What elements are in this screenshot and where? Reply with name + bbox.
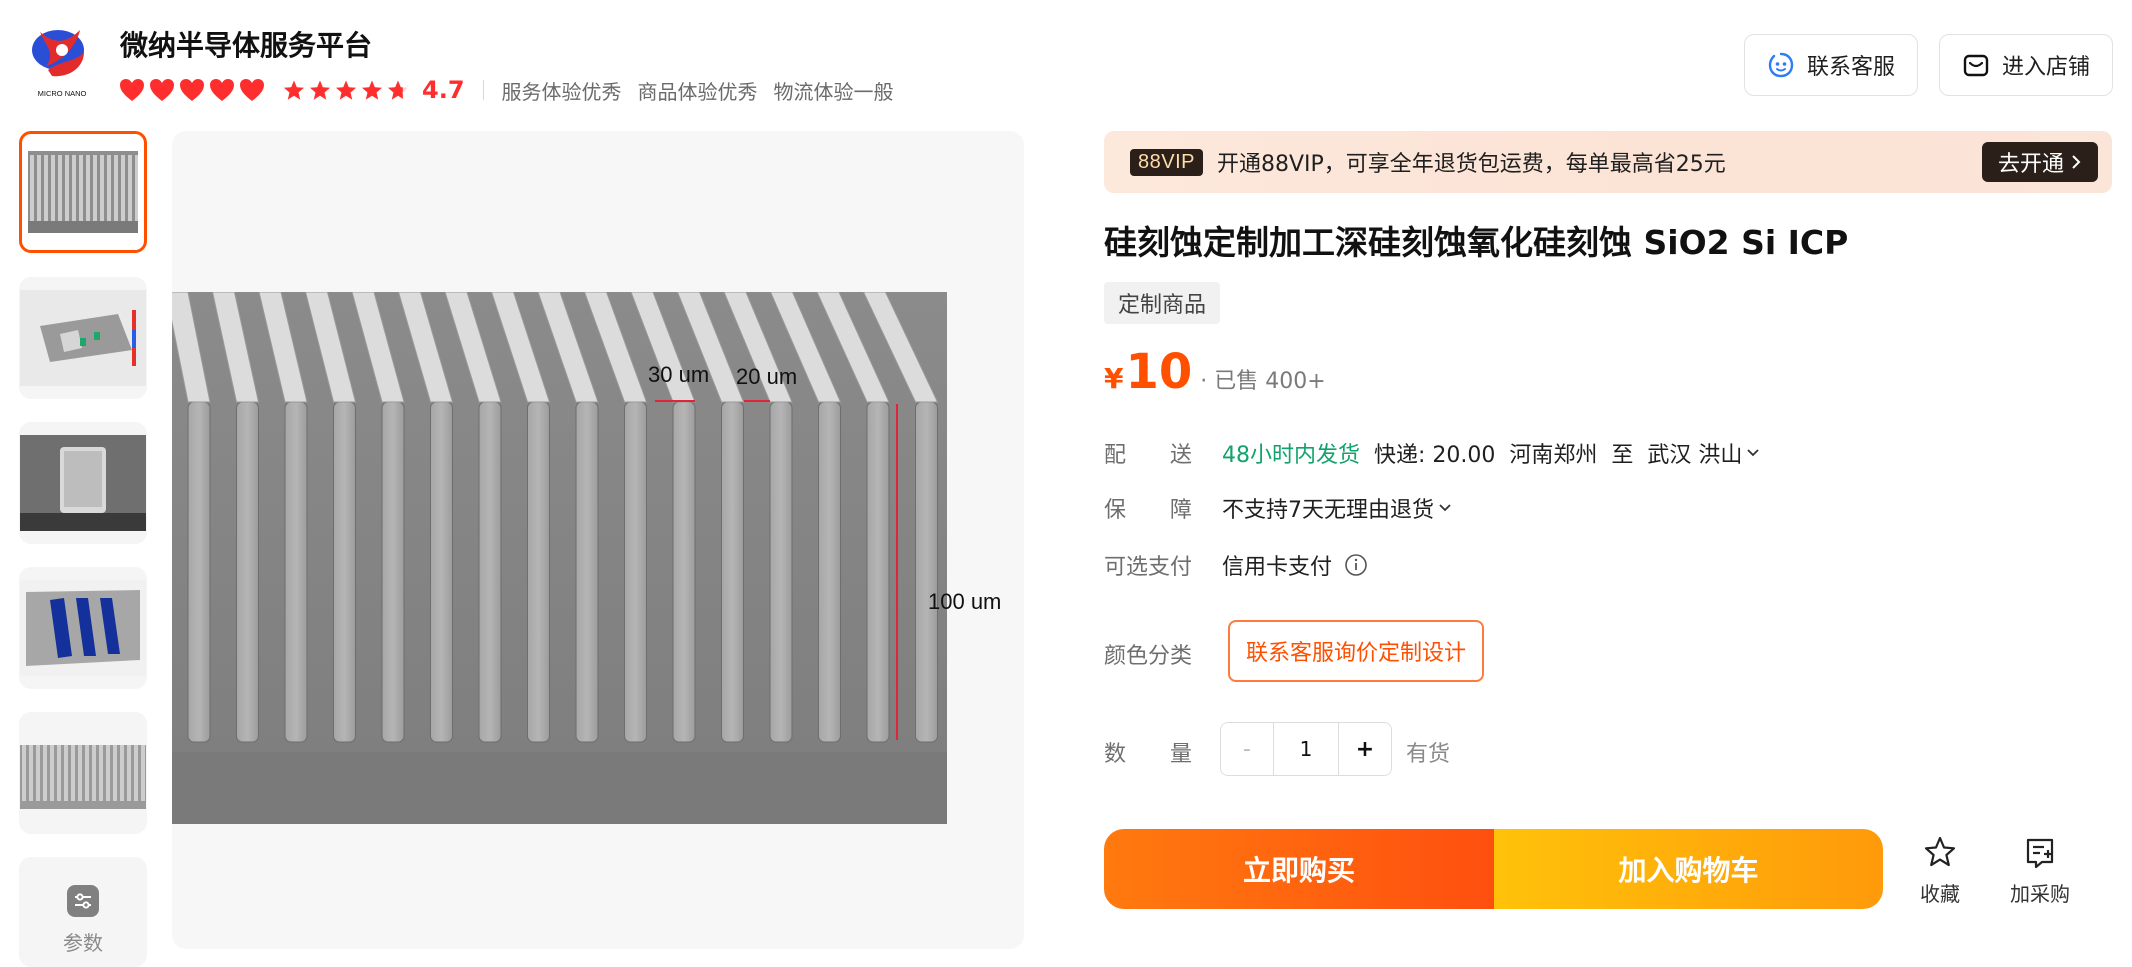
thumbnail-1[interactable] — [19, 131, 147, 253]
divider — [482, 80, 484, 100]
star-icon — [388, 80, 408, 100]
quantity-decrease-button[interactable]: - — [1221, 723, 1273, 775]
star-icon — [284, 80, 304, 100]
sku-label: 颜色分类 — [1104, 644, 1193, 669]
micro-nano-logo-icon: MICRO NANO — [32, 30, 87, 98]
buy-now-button[interactable]: 立即购买 — [1104, 829, 1494, 909]
shop-rating-row: 4.7 服务体验优秀 商品体验优秀 物流体验一般 — [118, 74, 910, 106]
thumbnail-sem-trench-image — [28, 151, 138, 233]
delivery-speed: 48小时内发货 — [1222, 443, 1360, 468]
thumbnail-2[interactable] — [19, 277, 147, 399]
store-icon — [1963, 54, 1989, 77]
heart-icon — [210, 79, 234, 101]
star-icon — [310, 80, 330, 100]
star-rating — [282, 78, 410, 102]
guarantee-selector[interactable]: 不支持7天无理由退货 — [1222, 492, 1452, 524]
shop-logo[interactable]: MICRO NANO — [26, 22, 98, 100]
params-label: 参数 — [63, 931, 103, 955]
guarantee-value: 不支持7天无理由退货 — [1222, 498, 1434, 523]
sem-trench-cross-section-image: 30 um 20 um — [165, 291, 947, 824]
quantity-input[interactable] — [1273, 723, 1339, 775]
star-icon — [362, 80, 382, 100]
product-price: 10 — [1125, 344, 1193, 400]
contact-service-button[interactable]: 联系客服 — [1744, 34, 1918, 96]
add-to-cart-button[interactable]: 加入购物车 — [1494, 829, 1883, 909]
heart-icon — [150, 79, 174, 101]
payment-label: 可选支付 — [1104, 555, 1193, 580]
delivery-destination-selector[interactable]: 武汉 洪山 — [1647, 437, 1760, 469]
vip-open-button[interactable]: 去开通 — [1981, 142, 2098, 182]
service-tag-goods: 商品体验优秀 — [637, 79, 758, 104]
thumbnail-4[interactable] — [19, 567, 147, 689]
chevron-right-icon — [2072, 155, 2081, 169]
chevron-down-icon — [1747, 449, 1760, 457]
star-icon — [336, 80, 356, 100]
info-icon[interactable] — [1344, 553, 1368, 577]
thumbnail-sem-trench-closeup-image — [20, 725, 146, 821]
delivery-destination: 武汉 洪山 — [1647, 443, 1743, 468]
params-button[interactable]: 参数 — [19, 857, 147, 967]
width-annotation-30um: 30 um — [648, 362, 709, 387]
guarantee-label: 保 障 — [1104, 498, 1193, 523]
sold-count: · 已售 400+ — [1200, 369, 1326, 394]
width-annotation-20um: 20 um — [736, 364, 797, 389]
delivery-label: 配 送 — [1104, 443, 1193, 468]
contact-service-label: 联系客服 — [1806, 55, 1895, 80]
currency-symbol: ¥ — [1104, 362, 1124, 395]
chevron-down-icon — [1439, 504, 1451, 512]
quantity-stepper[interactable]: - + — [1220, 722, 1392, 776]
custom-product-tag: 定制商品 — [1104, 282, 1221, 324]
delivery-origin: 河南郑州 — [1509, 443, 1598, 468]
thumbnail-3d-model-image — [20, 290, 146, 386]
rating-score: 4.7 — [422, 76, 465, 104]
service-tag-logistics: 物流体验一般 — [773, 79, 894, 104]
thumbnail-wafer-channels-image — [20, 580, 146, 676]
price-row: ¥ 10 · 已售 400+ — [1104, 344, 1326, 400]
delivery-to-word: 至 — [1611, 443, 1634, 468]
main-product-image[interactable]: 30 um 20 um — [165, 291, 947, 824]
heart-icon — [180, 79, 204, 101]
enter-store-label: 进入店铺 — [2001, 55, 2090, 80]
svg-text:MICRO NANO: MICRO NANO — [38, 89, 87, 98]
favorite-button[interactable]: 收藏 — [1895, 834, 1985, 907]
service-tag-service: 服务体验优秀 — [501, 79, 622, 104]
purchase-list-add-icon — [2026, 838, 2054, 869]
stock-status: 有货 — [1406, 742, 1451, 767]
heart-icon — [240, 79, 264, 101]
add-purchase-list-label: 加采购 — [2010, 882, 2070, 906]
heart-icon — [120, 79, 144, 101]
star-outline-icon — [1924, 836, 1956, 867]
quantity-increase-button[interactable]: + — [1339, 723, 1391, 775]
payment-info: 信用卡支付 — [1222, 549, 1368, 581]
vip-badge: 88VIP — [1130, 148, 1203, 176]
delivery-fee: 快递: 20.00 — [1374, 443, 1496, 468]
sku-option-custom-design[interactable]: 联系客服询价定制设计 — [1228, 620, 1484, 682]
delivery-info: 48小时内发货 快递: 20.00 河南郑州 至 武汉 洪山 — [1222, 437, 1760, 469]
quantity-label: 数 量 — [1104, 742, 1193, 767]
depth-annotation-100um: 100 um — [928, 589, 1002, 614]
vip-open-label: 去开通 — [1997, 152, 2064, 177]
enter-store-button[interactable]: 进入店铺 — [1939, 34, 2113, 96]
favorite-label: 收藏 — [1920, 882, 1960, 906]
thumbnail-5[interactable] — [19, 712, 147, 834]
thumbnail-sem-pillar-image — [20, 435, 146, 531]
vip-banner[interactable]: 88VIP 开通88VIP，可享全年退货包运费，每单最高省25元 去开通 — [1104, 131, 2112, 193]
shop-name[interactable]: 微纳半导体服务平台 — [120, 24, 372, 64]
add-purchase-list-button[interactable]: 加采购 — [1995, 834, 2085, 907]
product-title: 硅刻蚀定制加工深硅刻蚀氧化硅刻蚀 SiO2 Si ICP — [1104, 223, 1849, 262]
thumbnail-3[interactable] — [19, 422, 147, 544]
vip-promo-text: 开通88VIP，可享全年退货包运费，每单最高省25元 — [1216, 152, 1726, 177]
heart-rating — [118, 77, 266, 103]
payment-method: 信用卡支付 — [1222, 555, 1333, 580]
sliders-icon — [67, 885, 99, 917]
customer-service-icon — [1768, 52, 1794, 78]
